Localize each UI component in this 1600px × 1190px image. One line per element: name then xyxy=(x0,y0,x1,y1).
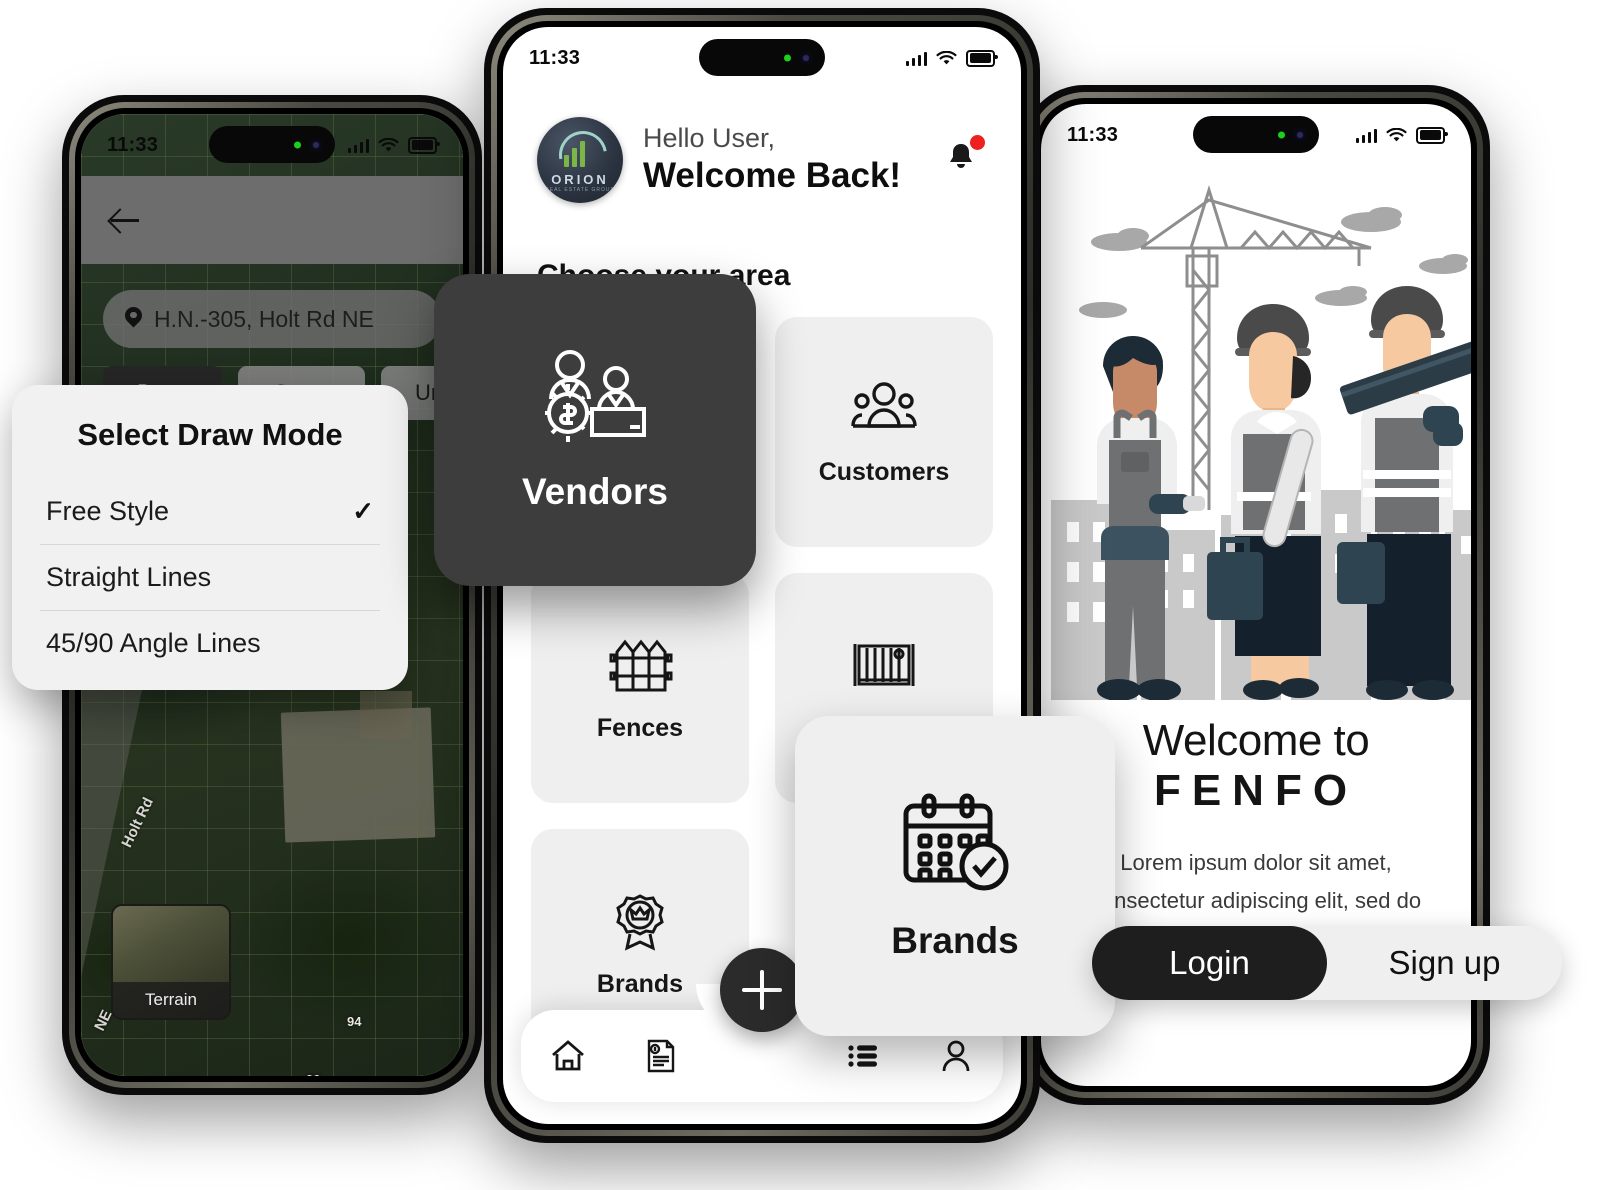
customers-group-icon xyxy=(851,381,917,428)
signup-button[interactable]: Sign up xyxy=(1327,926,1562,1000)
calendar-check-icon xyxy=(903,793,1009,891)
battery-icon xyxy=(966,49,998,67)
map-pin-icon xyxy=(125,307,142,331)
draw-mode-option-free-style[interactable]: Free Style ✓ xyxy=(12,479,408,544)
floating-card-brands[interactable]: Brands xyxy=(795,716,1115,1036)
auth-toggle: Login Sign up xyxy=(1092,926,1562,1000)
notification-bell-button[interactable] xyxy=(941,135,987,181)
status-green-dot xyxy=(294,141,301,148)
option-label: Straight Lines xyxy=(46,562,212,592)
front-camera-icon xyxy=(309,137,323,152)
award-badge-icon xyxy=(616,893,664,951)
front-camera-icon xyxy=(1293,127,1307,142)
orion-logo: ORION REAL ESTATE GROUP xyxy=(537,117,623,203)
option-label: Free Style xyxy=(46,496,170,526)
nav-item-invoices[interactable] xyxy=(615,1033,709,1079)
battery-icon xyxy=(1416,126,1448,144)
wifi-icon xyxy=(378,137,399,151)
draw-mode-title: Select Draw Mode xyxy=(77,417,343,452)
greeting-row: ORION REAL ESTATE GROUP Hello User, Welc… xyxy=(537,117,987,203)
wifi-icon xyxy=(936,50,957,64)
map-layer-label: Terrain xyxy=(113,982,229,1018)
card-label: Fences xyxy=(596,713,684,742)
nav-item-home[interactable] xyxy=(521,1033,615,1079)
floating-card-vendors[interactable]: Vendors xyxy=(434,274,756,586)
card-label: Brands xyxy=(596,969,684,998)
welcome-back-title: Welcome Back! xyxy=(643,156,902,196)
greeting-text-block: Hello User, Welcome Back! xyxy=(643,123,901,196)
nav-item-list[interactable] xyxy=(816,1033,910,1079)
option-label: 45/90 Angle Lines xyxy=(46,628,261,658)
card-label: Brands xyxy=(891,920,1019,961)
status-time: 11:33 xyxy=(107,133,159,156)
cellular-bars-icon xyxy=(1355,128,1377,143)
mockup-stage: 11:33 Holt Rd NE 94 H.N.-305, Holt Rd NE… xyxy=(0,0,1600,1190)
back-arrow-icon[interactable] xyxy=(109,203,143,237)
nav-item-profile[interactable] xyxy=(910,1033,1004,1079)
card-label: Vendors xyxy=(522,471,668,512)
logo-name: ORION xyxy=(551,172,609,187)
dynamic-island xyxy=(699,39,825,76)
add-fab-button[interactable] xyxy=(720,948,804,1032)
address-value: H.N.-305, Holt Rd NE xyxy=(154,305,374,332)
select-draw-mode-sheet: Select Draw Mode Free Style ✓ Straight L… xyxy=(12,385,408,690)
map-parcel-marker-94: 94 xyxy=(347,1014,362,1029)
battery-icon xyxy=(408,136,440,154)
card-label: Customers xyxy=(818,457,950,486)
logo-subtitle: REAL ESTATE GROUP xyxy=(545,187,615,193)
construction-workers-crane-illustration xyxy=(1041,170,1471,700)
logo-bars-icon xyxy=(564,139,585,167)
person-icon xyxy=(942,1040,970,1072)
draw-mode-option-angle-lines[interactable]: 45/90 Angle Lines xyxy=(12,611,408,676)
left-top-bar xyxy=(81,176,463,264)
card-fences[interactable]: Fences xyxy=(531,573,749,803)
invoice-icon xyxy=(648,1039,675,1073)
status-icons xyxy=(1355,126,1448,144)
dynamic-island xyxy=(1193,116,1319,153)
dynamic-island xyxy=(209,126,335,163)
greeting-line: Hello User, xyxy=(643,123,776,154)
cellular-bars-icon xyxy=(347,138,369,153)
vendors-icon xyxy=(545,350,646,442)
status-green-dot xyxy=(1278,131,1285,138)
status-green-dot xyxy=(784,54,791,61)
list-icon xyxy=(848,1045,877,1067)
notification-badge xyxy=(970,135,985,150)
gate-icon xyxy=(853,643,915,686)
status-icons xyxy=(905,49,998,67)
login-button[interactable]: Login xyxy=(1092,926,1327,1000)
check-icon: ✓ xyxy=(352,496,374,526)
front-camera-icon xyxy=(799,50,813,65)
home-icon xyxy=(551,1040,584,1071)
draw-mode-option-straight-lines[interactable]: Straight Lines xyxy=(12,545,408,610)
cellular-bars-icon xyxy=(905,51,927,66)
address-search-field[interactable]: H.N.-305, Holt Rd NE xyxy=(103,290,441,348)
card-customers[interactable]: Customers xyxy=(775,317,993,547)
fence-icon xyxy=(609,639,673,691)
status-time: 11:33 xyxy=(1067,123,1119,146)
map-parcel-marker-90: 90 xyxy=(306,1072,320,1076)
status-time: 11:33 xyxy=(529,46,581,69)
map-layer-toggle[interactable]: Terrain xyxy=(111,904,231,1020)
status-icons xyxy=(347,136,440,154)
wifi-icon xyxy=(1386,127,1407,141)
